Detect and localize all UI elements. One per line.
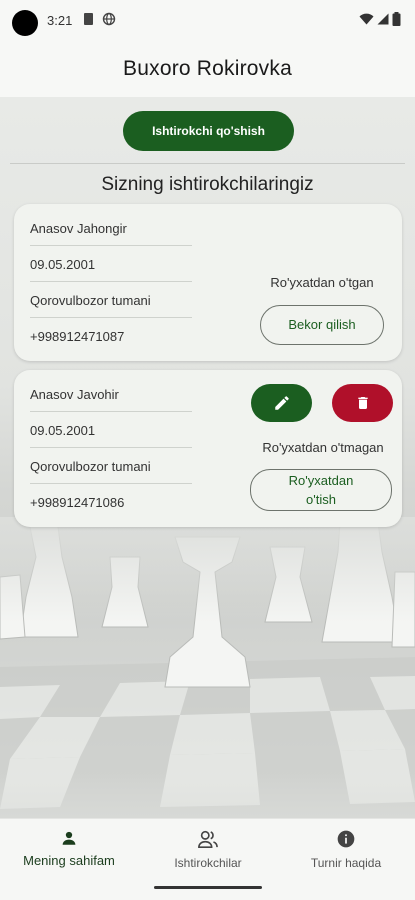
app-title: Buxoro Rokirovka	[123, 56, 292, 80]
status-time: 3:21	[47, 13, 73, 28]
delete-button[interactable]	[332, 384, 393, 422]
participant-phone: +998912471087	[30, 329, 125, 344]
register-button[interactable]: Ro'yxatdan o'tish	[250, 469, 392, 511]
participant-phone: +998912471086	[30, 495, 125, 510]
participant-birth-date: 09.05.2001	[30, 257, 192, 282]
cancel-registration-button[interactable]: Bekor qilish	[260, 305, 384, 345]
sim-card-icon	[84, 13, 93, 25]
trash-icon	[357, 397, 368, 409]
participant-card: Anasov Javohir 09.05.2001 Qorovulbozor t…	[14, 370, 402, 527]
participant-name: Anasov Javohir	[30, 387, 192, 412]
participant-name: Anasov Jahongir	[30, 221, 192, 246]
participant-birth-date: 09.05.2001	[30, 423, 192, 448]
person-icon	[62, 831, 76, 845]
participant-district: Qorovulbozor tumani	[30, 293, 192, 318]
add-participant-button[interactable]: Ishtirokchi qo'shish	[123, 111, 294, 151]
nav-label: Turnir haqida	[310, 856, 382, 870]
battery-icon	[392, 12, 401, 26]
participant-card: Anasov Jahongir 09.05.2001 Qorovulbozor …	[14, 204, 402, 361]
nav-participants[interactable]: Ishtirokchilar	[139, 819, 277, 889]
pencil-icon	[274, 396, 289, 410]
home-indicator[interactable]	[154, 886, 262, 889]
info-icon	[337, 830, 355, 848]
nav-label: Ishtirokchilar	[174, 856, 242, 870]
edit-button[interactable]	[251, 384, 312, 422]
divider	[10, 163, 405, 164]
app-bar: Buxoro Rokirovka	[0, 40, 415, 97]
status-icons	[359, 12, 401, 26]
nav-label: Mening sahifam	[23, 853, 115, 868]
wifi-icon	[359, 13, 374, 25]
registration-status: Ro'yxatdan o'tgan	[270, 275, 374, 290]
participant-district: Qorovulbozor tumani	[30, 459, 192, 484]
signal-icon	[377, 13, 389, 25]
status-bar: 3:21	[0, 0, 415, 40]
chess-background-image	[0, 517, 415, 818]
people-icon	[198, 830, 218, 848]
nav-tournament-info[interactable]: Turnir haqida	[277, 819, 415, 889]
registration-status: Ro'yxatdan o'tmagan	[262, 440, 384, 455]
section-title: Sizning ishtirokchilaringiz	[101, 174, 314, 195]
main-content: Ishtirokchi qo'shish Sizning ishtirokchi…	[0, 97, 415, 818]
camera-cutout	[12, 10, 38, 36]
nav-my-page[interactable]: Mening sahifam	[0, 819, 138, 889]
globe-icon	[102, 12, 116, 26]
